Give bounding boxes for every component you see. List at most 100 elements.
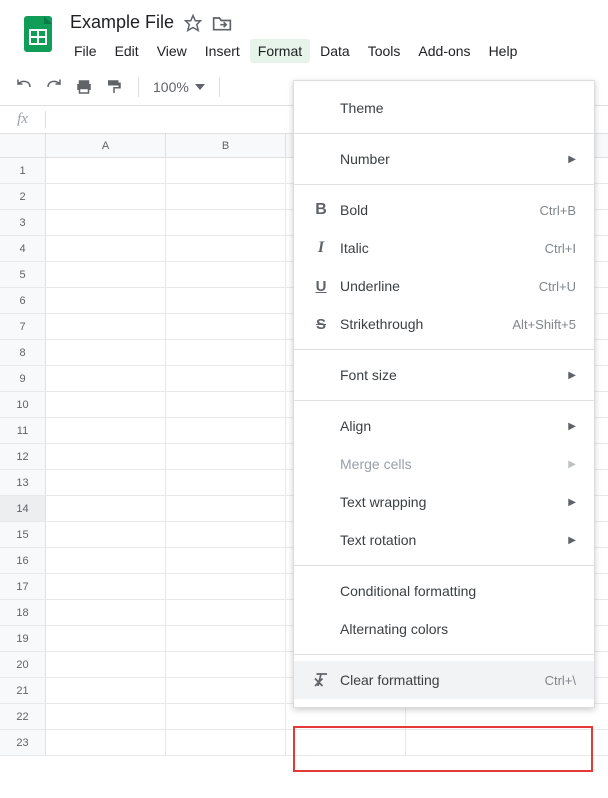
- cell[interactable]: [166, 548, 286, 573]
- cell[interactable]: [166, 366, 286, 391]
- cell[interactable]: [166, 470, 286, 495]
- cell[interactable]: [46, 210, 166, 235]
- cell[interactable]: [46, 236, 166, 261]
- menu-alternating-colors[interactable]: Alternating colors: [294, 610, 594, 648]
- cell[interactable]: [166, 158, 286, 183]
- cell[interactable]: [166, 262, 286, 287]
- menu-data[interactable]: Data: [312, 39, 358, 63]
- cell[interactable]: [46, 548, 166, 573]
- cell[interactable]: [46, 522, 166, 547]
- menu-format[interactable]: Format: [250, 39, 310, 63]
- cell[interactable]: [166, 600, 286, 625]
- cell[interactable]: [46, 574, 166, 599]
- row-header[interactable]: 5: [0, 262, 46, 287]
- col-header-a[interactable]: A: [46, 134, 166, 157]
- row-header[interactable]: 12: [0, 444, 46, 469]
- col-header-b[interactable]: B: [166, 134, 286, 157]
- row-header[interactable]: 15: [0, 522, 46, 547]
- row-header[interactable]: 20: [0, 652, 46, 677]
- row-header[interactable]: 3: [0, 210, 46, 235]
- cell[interactable]: [286, 730, 406, 755]
- undo-icon[interactable]: [14, 78, 34, 96]
- cell[interactable]: [46, 730, 166, 755]
- cell[interactable]: [166, 418, 286, 443]
- cell[interactable]: [166, 678, 286, 703]
- print-icon[interactable]: [74, 78, 94, 96]
- row-header[interactable]: 6: [0, 288, 46, 313]
- row-header[interactable]: 14: [0, 496, 46, 521]
- cell[interactable]: [46, 444, 166, 469]
- cell[interactable]: [166, 340, 286, 365]
- menu-conditional-formatting[interactable]: Conditional formatting: [294, 572, 594, 610]
- row-header[interactable]: 23: [0, 730, 46, 755]
- cell[interactable]: [166, 626, 286, 651]
- row-header[interactable]: 19: [0, 626, 46, 651]
- menu-strikethrough[interactable]: S Strikethrough Alt+Shift+5: [294, 305, 594, 343]
- menu-help[interactable]: Help: [481, 39, 526, 63]
- cell[interactable]: [166, 236, 286, 261]
- row-header[interactable]: 7: [0, 314, 46, 339]
- row-header[interactable]: 18: [0, 600, 46, 625]
- menu-addons[interactable]: Add-ons: [410, 39, 478, 63]
- row-header[interactable]: 1: [0, 158, 46, 183]
- cell[interactable]: [46, 496, 166, 521]
- row-header[interactable]: 17: [0, 574, 46, 599]
- star-icon[interactable]: [184, 14, 202, 32]
- row-header[interactable]: 10: [0, 392, 46, 417]
- menu-insert[interactable]: Insert: [197, 39, 248, 63]
- menu-file[interactable]: File: [66, 39, 105, 63]
- row-header[interactable]: 2: [0, 184, 46, 209]
- cell[interactable]: [46, 314, 166, 339]
- cell[interactable]: [166, 444, 286, 469]
- cell[interactable]: [46, 184, 166, 209]
- row-header[interactable]: 11: [0, 418, 46, 443]
- menu-theme[interactable]: Theme: [294, 89, 594, 127]
- cell[interactable]: [166, 184, 286, 209]
- menu-align[interactable]: Align ▶: [294, 407, 594, 445]
- row-header[interactable]: 9: [0, 366, 46, 391]
- cell[interactable]: [46, 704, 166, 729]
- zoom-select[interactable]: 100%: [153, 79, 205, 95]
- cell[interactable]: [166, 496, 286, 521]
- cell[interactable]: [46, 392, 166, 417]
- menu-tools[interactable]: Tools: [360, 39, 409, 63]
- cell[interactable]: [46, 678, 166, 703]
- cell[interactable]: [46, 340, 166, 365]
- row-header[interactable]: 4: [0, 236, 46, 261]
- menu-underline[interactable]: U Underline Ctrl+U: [294, 267, 594, 305]
- cell[interactable]: [46, 366, 166, 391]
- menu-text-rotation[interactable]: Text rotation ▶: [294, 521, 594, 559]
- cell[interactable]: [46, 470, 166, 495]
- menu-text-wrapping[interactable]: Text wrapping ▶: [294, 483, 594, 521]
- cell[interactable]: [46, 652, 166, 677]
- row-header[interactable]: 16: [0, 548, 46, 573]
- row-header[interactable]: 13: [0, 470, 46, 495]
- cell[interactable]: [46, 262, 166, 287]
- cell[interactable]: [166, 314, 286, 339]
- cell[interactable]: [166, 210, 286, 235]
- paint-format-icon[interactable]: [104, 78, 124, 96]
- cell[interactable]: [166, 288, 286, 313]
- menu-fontsize[interactable]: Font size ▶: [294, 356, 594, 394]
- menu-bold[interactable]: B Bold Ctrl+B: [294, 191, 594, 229]
- cell[interactable]: [46, 288, 166, 313]
- menu-view[interactable]: View: [149, 39, 195, 63]
- menu-clear-formatting[interactable]: Clear formatting Ctrl+\: [294, 661, 594, 699]
- menu-italic[interactable]: I Italic Ctrl+I: [294, 229, 594, 267]
- cell[interactable]: [166, 652, 286, 677]
- cell[interactable]: [166, 730, 286, 755]
- menu-number[interactable]: Number ▶: [294, 140, 594, 178]
- cell[interactable]: [46, 626, 166, 651]
- cell[interactable]: [166, 574, 286, 599]
- row-header[interactable]: 21: [0, 678, 46, 703]
- move-folder-icon[interactable]: [212, 14, 232, 32]
- select-all-corner[interactable]: [0, 134, 46, 157]
- cell[interactable]: [46, 600, 166, 625]
- cell[interactable]: [46, 158, 166, 183]
- cell[interactable]: [46, 418, 166, 443]
- cell[interactable]: [166, 704, 286, 729]
- cell[interactable]: [166, 522, 286, 547]
- redo-icon[interactable]: [44, 78, 64, 96]
- row-header[interactable]: 8: [0, 340, 46, 365]
- doc-title[interactable]: Example File: [70, 12, 174, 33]
